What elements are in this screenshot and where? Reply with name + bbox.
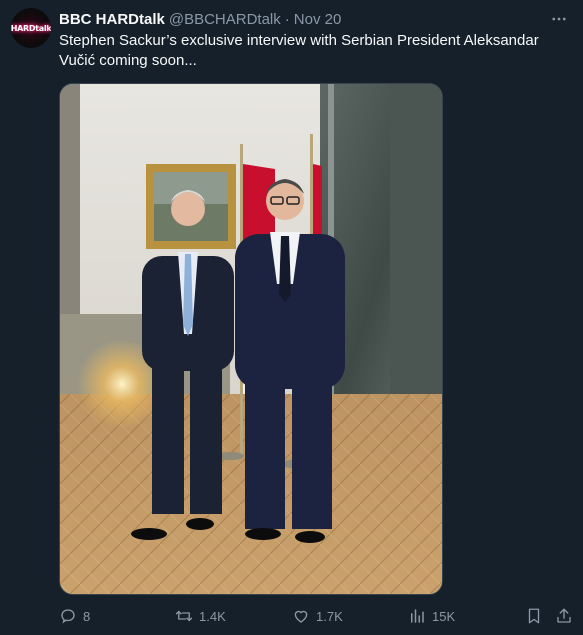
tweet-header: BBC HARDtalk @BBCHARDtalk · Nov 20 xyxy=(59,9,543,29)
views-button[interactable]: 15K xyxy=(408,604,455,628)
tweet-actions: 8 1.4K 1.7K 15K xyxy=(59,604,577,628)
like-button[interactable]: 1.7K xyxy=(292,604,343,628)
retweet-button[interactable]: 1.4K xyxy=(175,604,226,628)
more-dots-icon[interactable] xyxy=(547,9,571,29)
views-count: 15K xyxy=(432,608,456,624)
like-count: 1.7K xyxy=(316,608,343,624)
avatar[interactable]: HARDtalk xyxy=(11,8,51,48)
reply-button[interactable]: 8 xyxy=(59,604,90,628)
bookmark-icon xyxy=(528,608,540,624)
user-handle[interactable]: @BBCHARDtalk xyxy=(169,11,281,28)
retweet-count: 1.4K xyxy=(199,608,226,624)
avatar-logo-text: HARDtalk xyxy=(11,23,51,33)
share-icon xyxy=(557,608,571,623)
tweet-date[interactable]: Nov 20 xyxy=(294,11,342,28)
reply-count: 8 xyxy=(83,608,91,624)
bookmark-button[interactable] xyxy=(525,604,543,628)
share-button[interactable] xyxy=(555,604,573,628)
heart-icon xyxy=(294,610,308,623)
reply-icon xyxy=(61,609,75,624)
retweet-icon xyxy=(175,610,193,622)
display-name[interactable]: BBC HARDtalk xyxy=(59,11,165,28)
photo-illustration xyxy=(60,84,442,594)
tweet-photo[interactable] xyxy=(59,83,443,595)
tweet-text: Stephen Sackur’s exclusive interview wit… xyxy=(59,32,539,69)
separator-dot: · xyxy=(284,10,290,28)
analytics-icon xyxy=(411,609,424,623)
